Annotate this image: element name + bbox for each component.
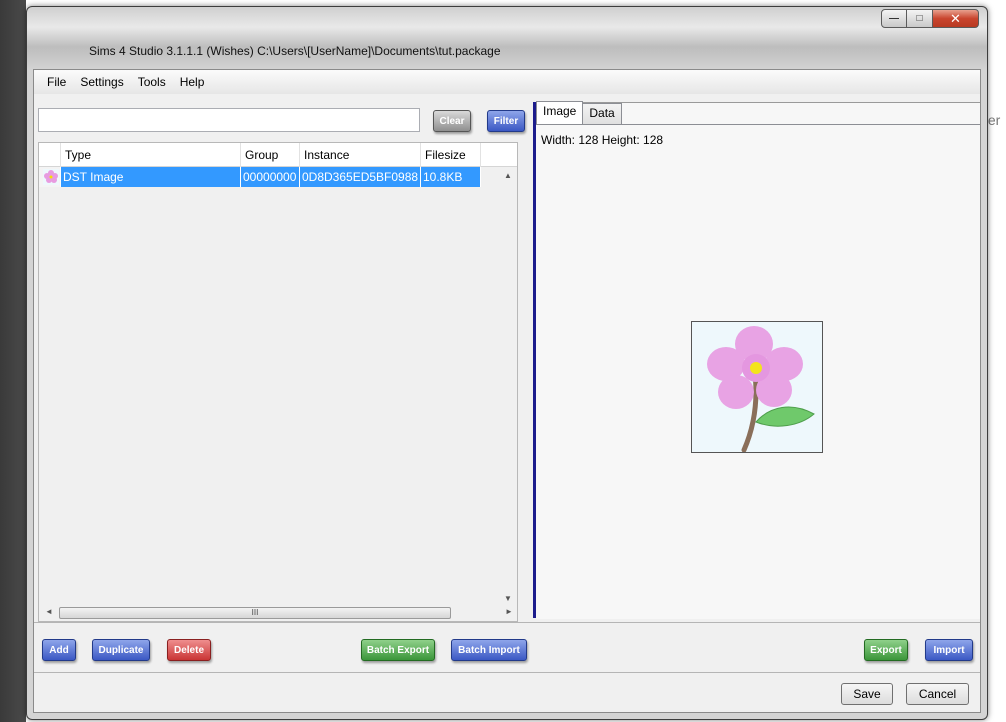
horizontal-scroll-thumb[interactable]: III: [59, 607, 451, 619]
filter-input[interactable]: [38, 108, 420, 132]
image-dimensions: Width: 128 Height: 128: [541, 133, 664, 147]
menu-help[interactable]: Help: [173, 75, 212, 89]
import-button[interactable]: Import: [925, 639, 973, 661]
resource-grid: Type Group Instance Filesize DST Image 0…: [38, 142, 518, 622]
action-bar: Add Duplicate Delete Batch Export Batch …: [34, 622, 980, 672]
flower-thumbnail-icon: [39, 167, 61, 187]
header-group[interactable]: Group: [241, 143, 300, 167]
header-instance[interactable]: Instance: [300, 143, 421, 167]
cell-filesize: 10.8KB: [421, 167, 481, 187]
menu-file[interactable]: File: [40, 75, 73, 89]
grid-header: Type Group Instance Filesize: [39, 143, 517, 167]
header-thumb-column: [39, 143, 61, 167]
scroll-right-arrow-icon[interactable]: ►: [505, 607, 513, 616]
batch-export-button[interactable]: Batch Export: [361, 639, 435, 661]
header-type[interactable]: Type: [61, 143, 241, 167]
horizontal-scrollbar[interactable]: ◄ III ►: [39, 604, 513, 621]
client-area: File Settings Tools Help Clear Filter Ty…: [33, 69, 981, 713]
table-row[interactable]: DST Image 00000000 0D8D365ED5BF0988 10.8…: [39, 167, 481, 187]
duplicate-button[interactable]: Duplicate: [92, 639, 150, 661]
batch-import-button[interactable]: Batch Import: [451, 639, 527, 661]
filter-button[interactable]: Filter: [487, 110, 525, 132]
resource-list-pane: Clear Filter Type Group Instance Filesiz…: [34, 98, 533, 622]
close-button[interactable]: ✕: [933, 9, 979, 28]
clear-button[interactable]: Clear: [433, 110, 471, 132]
preview-tabs: Image Data: [536, 101, 980, 124]
menu-bar: File Settings Tools Help: [34, 70, 980, 94]
app-window: Sims 4 Studio 3.1.1.1 (Wishes) C:\Users\…: [26, 6, 988, 720]
title-bar[interactable]: Sims 4 Studio 3.1.1.1 (Wishes) C:\Users\…: [27, 7, 987, 71]
window-controls: — □ ✕: [881, 9, 979, 29]
scroll-left-arrow-icon[interactable]: ◄: [45, 607, 53, 616]
cell-instance: 0D8D365ED5BF0988: [300, 167, 421, 187]
scroll-up-arrow-icon[interactable]: ▲: [504, 171, 512, 180]
vertical-scrollbar[interactable]: ▲ ▼: [500, 167, 517, 607]
tab-data[interactable]: Data: [582, 103, 622, 124]
window-title: Sims 4 Studio 3.1.1.1 (Wishes) C:\Users\…: [89, 44, 501, 58]
save-button[interactable]: Save: [841, 683, 893, 705]
export-button[interactable]: Export: [864, 639, 908, 661]
dialog-footer: Save Cancel: [34, 672, 980, 712]
image-tab-content: Width: 128 Height: 128: [536, 124, 980, 619]
pink-flower-image: [691, 321, 823, 453]
maximize-button[interactable]: □: [907, 9, 933, 28]
tab-image[interactable]: Image: [536, 101, 584, 124]
add-button[interactable]: Add: [42, 639, 76, 661]
cell-group: 00000000: [241, 167, 300, 187]
delete-button[interactable]: Delete: [167, 639, 211, 661]
scroll-down-arrow-icon[interactable]: ▼: [504, 594, 512, 603]
header-filesize[interactable]: Filesize: [421, 143, 481, 167]
menu-tools[interactable]: Tools: [131, 75, 173, 89]
minimize-button[interactable]: —: [881, 9, 907, 28]
preview-pane: Image Data Width: 128 Height: 128: [536, 101, 980, 619]
menu-settings[interactable]: Settings: [73, 75, 130, 89]
cell-type: DST Image: [61, 167, 241, 187]
cancel-button[interactable]: Cancel: [906, 683, 969, 705]
